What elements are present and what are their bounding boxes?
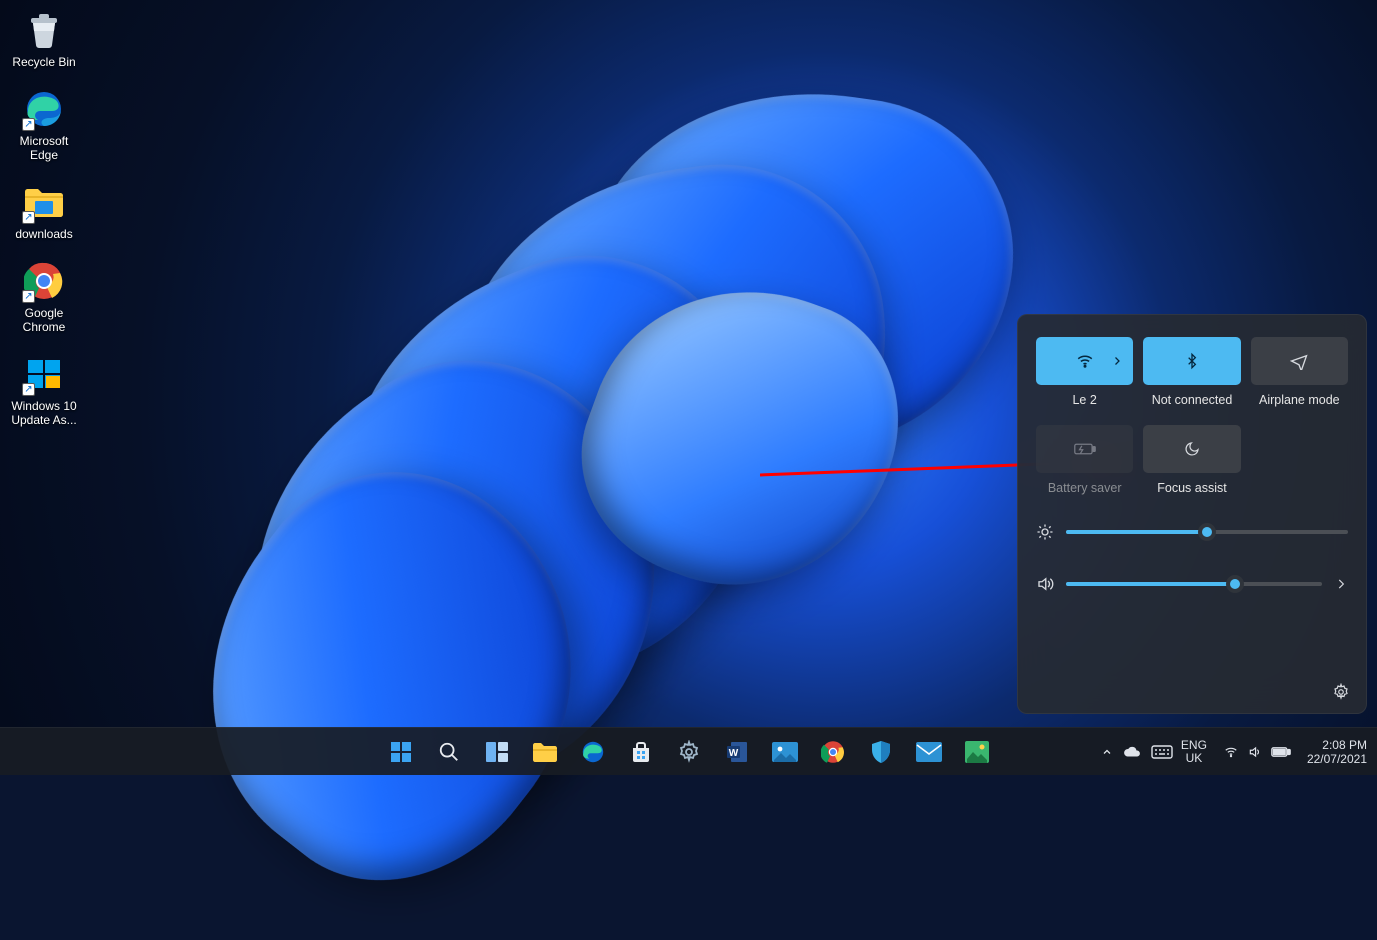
word-button[interactable]: W — [717, 732, 757, 772]
airplane-label: Airplane mode — [1259, 393, 1340, 407]
airplane-icon — [1290, 352, 1308, 370]
taskbar-pinned-apps: W — [381, 732, 997, 772]
search-button[interactable] — [429, 732, 469, 772]
file-explorer-button[interactable] — [525, 732, 565, 772]
settings-button[interactable] — [669, 732, 709, 772]
svg-text:W: W — [728, 748, 738, 759]
settings-gear-icon[interactable] — [1332, 683, 1350, 701]
language-indicator[interactable]: ENG UK — [1181, 739, 1207, 765]
gallery-button[interactable] — [957, 732, 997, 772]
onedrive-icon[interactable] — [1123, 745, 1141, 759]
photos-button[interactable] — [765, 732, 805, 772]
desktop-icon-label: Windows 10 Update As... — [11, 399, 76, 427]
desktop-icon-google-chrome[interactable]: ↗ Google Chrome — [8, 259, 80, 334]
desktop-icon-label: Google Chrome — [23, 306, 66, 334]
windows-update-icon: ↗ — [22, 352, 66, 396]
chrome-icon: ↗ — [22, 259, 66, 303]
tray-overflow[interactable] — [1101, 745, 1173, 759]
battery-saver-icon — [1074, 442, 1096, 456]
shortcut-overlay-icon: ↗ — [22, 290, 35, 303]
volume-icon — [1036, 575, 1054, 593]
start-button[interactable] — [381, 732, 421, 772]
security-button[interactable] — [861, 732, 901, 772]
keyboard-icon[interactable] — [1151, 745, 1173, 759]
mail-button[interactable] — [909, 732, 949, 772]
airplane-mode-toggle[interactable] — [1251, 337, 1348, 385]
brightness-icon — [1036, 523, 1054, 541]
battery-saver-label: Battery saver — [1048, 481, 1122, 495]
focus-assist-toggle[interactable] — [1143, 425, 1240, 473]
desktop-icon-label: Recycle Bin — [12, 55, 75, 69]
lang-bottom: UK — [1181, 752, 1207, 765]
edge-button[interactable] — [573, 732, 613, 772]
time-text: 2:08 PM — [1307, 738, 1367, 752]
moon-icon — [1184, 441, 1200, 457]
folder-icon: ↗ — [22, 180, 66, 224]
desktop-icons: Recycle Bin ↗ Microsoft Edge ↗ downloads… — [8, 8, 80, 427]
volume-slider-row — [1036, 575, 1348, 593]
wifi-icon — [1223, 745, 1239, 759]
chevron-up-icon — [1101, 746, 1113, 758]
battery-saver-toggle — [1036, 425, 1133, 473]
date-text: 22/07/2021 — [1307, 752, 1367, 766]
network-volume-battery-button[interactable] — [1215, 741, 1299, 763]
microsoft-store-button[interactable] — [621, 732, 661, 772]
edge-icon: ↗ — [22, 87, 66, 131]
desktop-icon-recycle-bin[interactable]: Recycle Bin — [8, 8, 80, 69]
focus-assist-label: Focus assist — [1157, 481, 1226, 495]
wifi-label: Le 2 — [1072, 393, 1096, 407]
desktop-icon-label: downloads — [15, 227, 72, 241]
desktop-icon-downloads[interactable]: ↗ downloads — [8, 180, 80, 241]
battery-icon — [1271, 746, 1291, 758]
shortcut-overlay-icon: ↗ — [22, 211, 35, 224]
chevron-right-icon[interactable] — [1334, 577, 1348, 591]
clock-button[interactable]: 2:08 PM 22/07/2021 — [1307, 738, 1367, 766]
quick-settings-panel: Le 2 Not connected Airplane mode Battery… — [1017, 314, 1367, 714]
desktop-icon-label: Microsoft Edge — [20, 134, 69, 162]
bluetooth-toggle[interactable] — [1143, 337, 1240, 385]
chevron-right-icon[interactable] — [1111, 355, 1123, 367]
volume-icon — [1247, 745, 1263, 759]
taskbar: W ENG UK 2:08 PM 22/07/2021 — [0, 727, 1377, 775]
bluetooth-label: Not connected — [1152, 393, 1233, 407]
brightness-slider-row — [1036, 523, 1348, 541]
volume-slider[interactable] — [1066, 582, 1322, 586]
desktop-icon-microsoft-edge[interactable]: ↗ Microsoft Edge — [8, 87, 80, 162]
wallpaper-bloom — [250, 50, 1030, 730]
shortcut-overlay-icon: ↗ — [22, 118, 35, 131]
wifi-toggle[interactable] — [1036, 337, 1133, 385]
chrome-button[interactable] — [813, 732, 853, 772]
lang-top: ENG — [1181, 739, 1207, 752]
bluetooth-icon — [1184, 352, 1200, 370]
task-view-button[interactable] — [477, 732, 517, 772]
brightness-slider[interactable] — [1066, 530, 1348, 534]
recycle-bin-icon — [22, 8, 66, 52]
wifi-icon — [1076, 352, 1094, 370]
shortcut-overlay-icon: ↗ — [22, 383, 35, 396]
desktop-icon-win10-update[interactable]: ↗ Windows 10 Update As... — [8, 352, 80, 427]
